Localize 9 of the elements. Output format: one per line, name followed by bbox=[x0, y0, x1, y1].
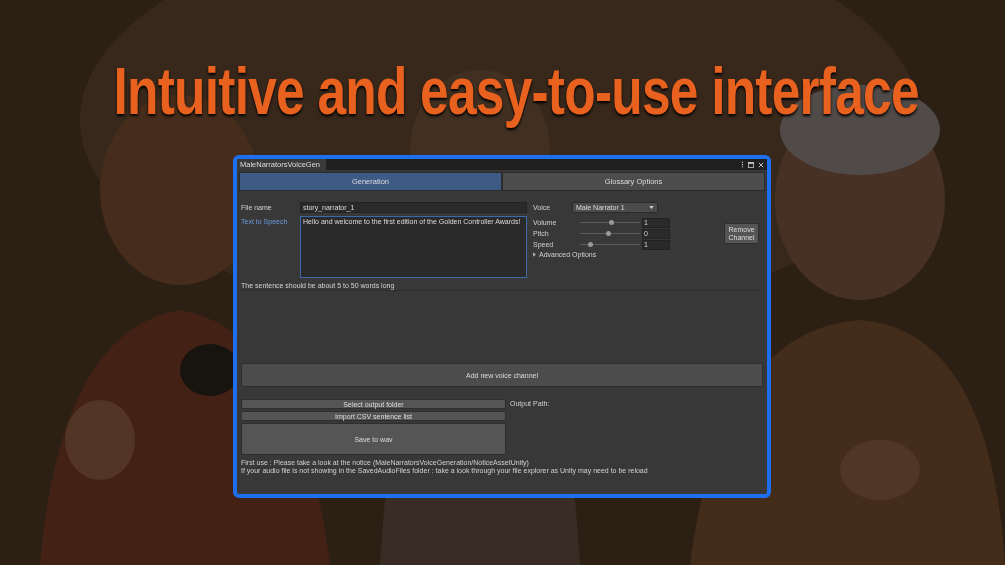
maximize-icon[interactable] bbox=[748, 161, 754, 168]
close-icon[interactable] bbox=[758, 161, 764, 168]
more-icon[interactable] bbox=[741, 161, 744, 168]
slider-thumb[interactable] bbox=[588, 241, 594, 247]
slider-thumb[interactable] bbox=[608, 219, 614, 225]
headline: Intuitive and easy-to-use interface bbox=[113, 53, 919, 130]
caret-icon bbox=[649, 206, 654, 209]
slider-thumb[interactable] bbox=[606, 230, 612, 236]
caret-right-icon bbox=[533, 252, 536, 257]
